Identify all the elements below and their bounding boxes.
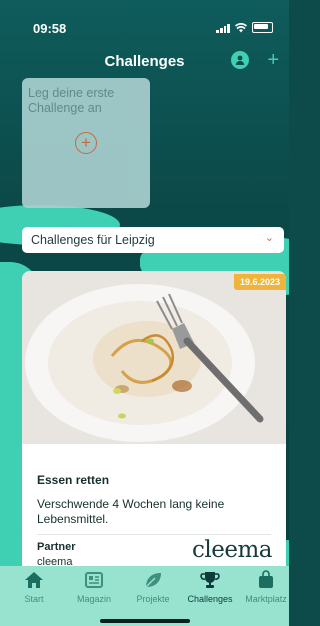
tab-challenges[interactable]: Challenges	[184, 570, 236, 604]
challenge-card[interactable]: 19.6.2023 Essen retten Verschwende 4 Woc…	[22, 271, 286, 611]
signal-icon	[216, 23, 230, 33]
city-select-value: Challenges für Leipzig	[31, 233, 155, 247]
status-bar: 09:58	[0, 0, 289, 40]
tab-magazin[interactable]: Magazin	[68, 570, 120, 604]
tab-projekte[interactable]: Projekte	[127, 570, 179, 604]
app-header: Challenges +	[0, 48, 289, 74]
tab-magazin-label: Magazin	[76, 594, 112, 604]
challenge-title: Essen retten	[37, 473, 110, 487]
tab-marktplatz-label: Marktplatz	[245, 594, 287, 604]
shopping-bag-icon	[259, 570, 273, 588]
tab-start[interactable]: Start	[8, 570, 60, 604]
user-profile-button[interactable]	[231, 51, 249, 69]
tab-marktplatz[interactable]: Marktplatz	[240, 570, 292, 604]
create-challenge-card[interactable]: Leg deine erste Challenge an +	[22, 78, 150, 208]
tab-challenges-label: Challenges	[187, 594, 233, 604]
tab-projekte-label: Projekte	[136, 594, 170, 604]
home-icon	[25, 572, 43, 588]
partner-label: Partner	[37, 541, 76, 553]
tab-start-label: Start	[24, 594, 44, 604]
user-icon	[235, 55, 245, 65]
chevron-down-icon: ⌄	[264, 232, 274, 244]
battery-icon	[252, 22, 273, 33]
trophy-icon	[200, 572, 220, 588]
challenge-description: Verschwende 4 Wochen lang keine Lebensmi…	[37, 497, 225, 526]
tab-bar: Start Magazin Projekte Challenges Marktp…	[0, 566, 289, 626]
status-time: 09:58	[33, 21, 67, 36]
create-challenge-text: Leg deine erste Challenge an	[28, 86, 115, 115]
leaf-icon	[145, 573, 161, 588]
add-circle-icon[interactable]: +	[75, 132, 97, 154]
challenge-image: 19.6.2023	[22, 271, 286, 444]
city-select[interactable]: Challenges für Leipzig ⌄	[22, 227, 284, 253]
newspaper-icon	[85, 572, 103, 588]
wifi-icon	[235, 22, 247, 32]
add-challenge-button[interactable]: +	[267, 48, 279, 72]
partner-logo: cleema	[192, 537, 272, 563]
divider	[37, 534, 271, 535]
home-indicator	[100, 619, 190, 623]
challenge-date-badge: 19.6.2023	[233, 274, 286, 290]
